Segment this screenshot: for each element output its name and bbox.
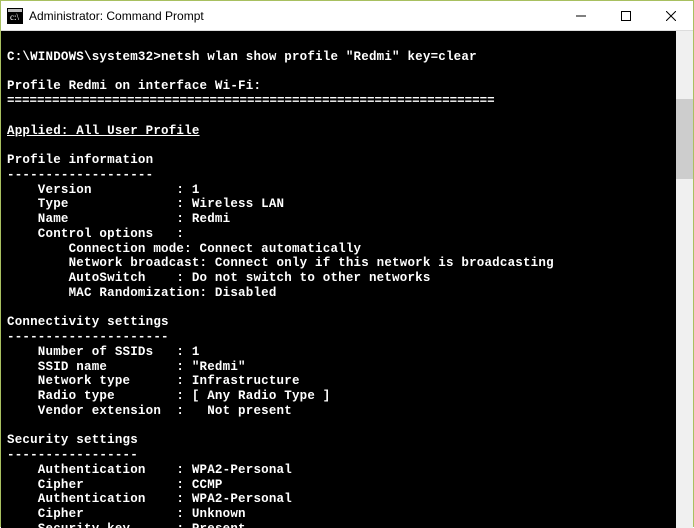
terminal-text: C:\WINDOWS\system32>netsh wlan show prof… <box>7 50 687 528</box>
scrollbar[interactable] <box>676 31 693 528</box>
minimize-button[interactable] <box>558 1 603 30</box>
maximize-button[interactable] <box>603 1 648 30</box>
close-button[interactable] <box>648 1 693 30</box>
svg-text:c:\: c:\ <box>10 12 19 22</box>
window-titlebar: c:\ Administrator: Command Prompt <box>1 1 693 31</box>
scroll-thumb[interactable] <box>676 99 693 179</box>
window-title: Administrator: Command Prompt <box>29 9 558 23</box>
terminal-output[interactable]: C:\WINDOWS\system32>netsh wlan show prof… <box>1 31 693 528</box>
cmd-icon: c:\ <box>7 8 23 24</box>
window-controls <box>558 1 693 30</box>
